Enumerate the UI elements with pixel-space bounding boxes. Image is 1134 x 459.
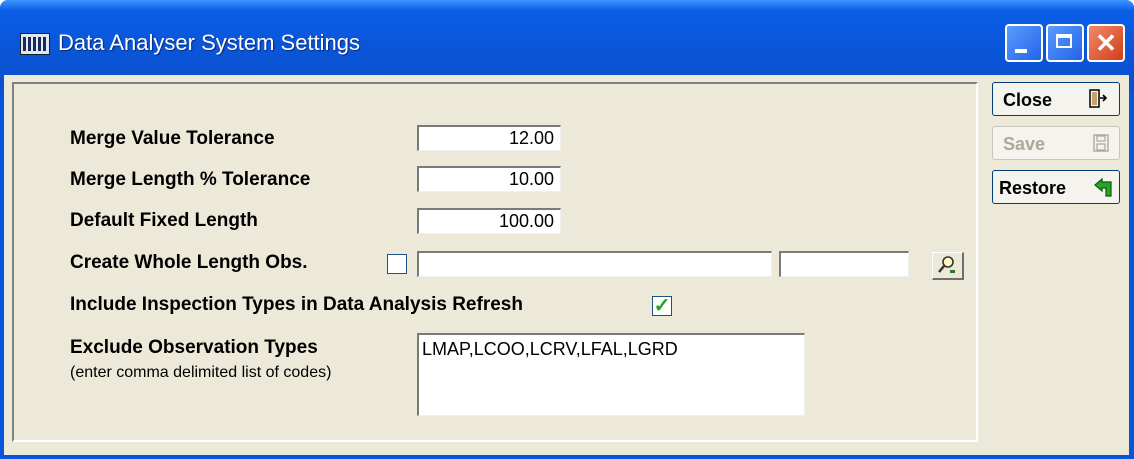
default-fixed-length-label: Default Fixed Length xyxy=(70,210,258,231)
exclude-observation-types-label: Exclude Observation Types xyxy=(70,337,318,358)
lookup-button[interactable] xyxy=(932,252,964,280)
search-icon xyxy=(938,256,955,273)
window: Data Analyser System Settings ✕ Merge Va… xyxy=(0,0,1134,459)
close-button-label: Close xyxy=(1003,90,1053,110)
restore-arrow-icon xyxy=(1093,177,1117,205)
include-inspection-types-label: Include Inspection Types in Data Analysi… xyxy=(70,294,523,315)
whole-length-obs-code-input[interactable] xyxy=(417,251,772,277)
maximize-button[interactable] xyxy=(1046,24,1084,62)
merge-length-tolerance-label: Merge Length % Tolerance xyxy=(70,169,311,190)
close-icon: ✕ xyxy=(1095,28,1117,58)
include-inspection-types-checkbox[interactable]: ✓ xyxy=(652,295,672,317)
create-whole-length-obs-label: Create Whole Length Obs. xyxy=(70,252,308,273)
default-fixed-length-input[interactable]: 100.00 xyxy=(417,208,561,234)
minimize-button[interactable] xyxy=(1005,24,1043,62)
merge-value-tolerance-input[interactable]: 12.00 xyxy=(417,125,561,151)
merge-value-tolerance-label: Merge Value Tolerance xyxy=(70,128,275,149)
settings-group: Merge Value Tolerance 12.00 Merge Length… xyxy=(12,82,978,442)
app-grid-icon xyxy=(20,33,50,55)
create-whole-length-obs-checkbox[interactable] xyxy=(387,254,407,274)
dialog-client-area: Merge Value Tolerance 12.00 Merge Length… xyxy=(4,75,1129,455)
checkmark-icon: ✓ xyxy=(653,295,671,317)
save-button-label: Save xyxy=(1003,134,1046,154)
whole-length-obs-description-input[interactable] xyxy=(779,251,909,277)
window-title: Data Analyser System Settings xyxy=(58,30,361,55)
merge-length-tolerance-input[interactable]: 10.00 xyxy=(417,166,561,192)
save-disk-icon xyxy=(1091,132,1111,160)
exclude-observation-types-hint: (enter comma delimited list of codes) xyxy=(70,364,332,381)
close-button[interactable]: Close xyxy=(992,82,1120,116)
restore-button[interactable]: Restore xyxy=(992,170,1120,204)
save-button[interactable]: Save xyxy=(992,126,1120,160)
exclude-observation-types-input[interactable]: LMAP,LCOO,LCRV,LFAL,LGRD xyxy=(417,333,805,416)
exit-door-icon xyxy=(1087,88,1109,116)
restore-button-label: Restore xyxy=(999,178,1067,198)
close-window-button[interactable]: ✕ xyxy=(1087,24,1125,62)
